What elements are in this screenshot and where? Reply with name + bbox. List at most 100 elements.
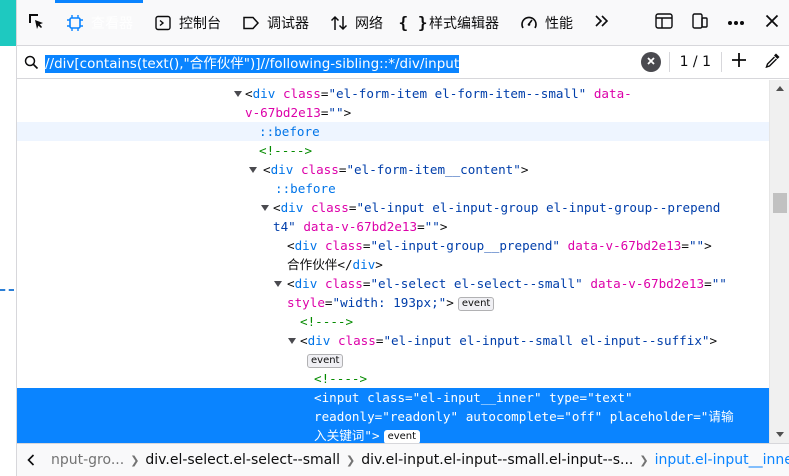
scrollbar-thumb[interactable] [773,193,787,213]
markup-node[interactable]: 合作伙伴</div> [17,255,769,274]
markup-node[interactable]: <div class="el-form-item__content"> [17,160,769,179]
markup-token: div [307,333,331,348]
markup-node[interactable]: <!----> [17,141,769,160]
markup-node[interactable]: <!----> [17,369,769,388]
markup-token: > [439,219,448,234]
breadcrumb-scroll-left-button[interactable] [17,454,45,466]
markup-node[interactable]: v-67bd2e13=""> [17,103,769,122]
markup-token: < [287,276,295,291]
markup-node[interactable]: <div class="el-select el-select--small" … [17,274,769,293]
responsive-design-icon [691,12,709,34]
markup-token [586,86,594,101]
markup-token: = [417,219,425,234]
markup-node-text: t4" data-v-67bd2e13=""> [273,217,447,236]
tab-style-editor[interactable]: { } 样式编辑器 [393,0,509,45]
markup-token: data- [593,86,632,101]
markup-node-selected[interactable]: <input class="el-input__inner" type="tex… [17,388,769,407]
markup-token: = [579,390,588,405]
markup-token: type [549,390,580,405]
markup-token: class [324,238,363,253]
markup-tree[interactable]: <div class="el-form-item el-form-item--s… [17,80,769,443]
markup-token: "el-form-item__content" [346,162,521,177]
clear-search-button[interactable] [640,52,661,72]
breadcrumb-item[interactable]: div.el-select.el-select--small [139,452,346,468]
search-query-text: //div[contains(text(),"合作伙伴")]//followin… [45,55,460,73]
markup-token: "off" [564,409,603,424]
tab-inspector[interactable]: 查看器 [55,0,143,45]
breadcrumb-item-selected[interactable]: input.el-input__inner [649,452,789,468]
markup-node[interactable]: t4" data-v-67bd2e13=""> [17,217,769,236]
markup-token [303,200,311,215]
element-picker-button[interactable] [17,0,55,45]
expand-twisty-icon[interactable] [287,331,297,350]
markup-token: style [287,295,325,310]
add-node-button[interactable] [722,53,756,71]
expand-twisty-icon[interactable] [248,160,258,179]
markup-node[interactable]: <div class="el-input el-input--small el-… [17,331,769,350]
element-picker-icon [27,12,45,34]
options-menu-button[interactable] [718,0,754,45]
scroll-down-arrow-icon[interactable] [770,426,789,443]
markup-node[interactable]: ::before [17,122,769,141]
markup-node[interactable]: <div class = "el-input-group__prepend" dat… [17,236,769,255]
markup-node-selected[interactable]: readonly="readonly" autocomplete="off" p… [17,407,769,426]
sidebar-layout-icon [655,12,673,33]
markup-token: = [405,390,413,405]
breadcrumb-item[interactable]: nput-gro... [45,452,130,468]
responsive-design-button[interactable] [682,0,718,45]
eyedropper-button[interactable] [756,52,789,72]
markup-node[interactable]: <!----> [17,312,769,331]
markup-node[interactable]: ::before [17,179,769,198]
markup-token: > [446,295,454,310]
event-badge[interactable]: event [383,430,421,443]
markup-token [293,162,301,177]
search-result-count: 1 / 1 [668,52,722,72]
markup-token: "" [711,276,727,291]
markup-node-text: <!----> [314,369,367,388]
markup-token: "el-input el-input--small el-input--suff… [383,333,710,348]
markup-token: class [300,162,339,177]
close-devtools-button[interactable] [754,0,789,45]
markup-token: data-v-67bd2e13 [590,276,705,291]
more-tools-button[interactable] [583,0,621,45]
page-header-strip [0,0,16,46]
markup-token: < [300,333,308,348]
markup-node-text: 合作伙伴</div> [287,255,383,274]
tab-console[interactable]: 控制台 [143,0,231,45]
expand-twisty-icon[interactable] [273,274,283,293]
tab-network[interactable]: 网络 [319,0,393,45]
markup-token: class [310,200,349,215]
markup-token: v-67bd2e13 [245,105,321,120]
markup-node[interactable]: <div class="el-input el-input-group el-i… [17,198,769,217]
markup-token: "el-select el-select--small" [370,276,583,291]
markup-token: "el-input el-input-group el-input-group-… [356,200,721,215]
markup-search-bar: //div[contains(text(),"合作伙伴")]//followin… [17,46,789,79]
breadcrumb-item[interactable]: div.el-input.el-input--small.el-input--s… [355,452,639,468]
markup-token: div [294,276,318,291]
tab-debugger[interactable]: 调试器 [231,0,319,45]
search-input[interactable]: //div[contains(text(),"合作伙伴")]//followin… [45,52,460,73]
expand-twisty-icon[interactable] [260,198,270,217]
event-badge[interactable]: event [307,354,344,368]
expand-twisty-icon[interactable] [233,84,243,103]
markup-scrollbar[interactable] [769,80,789,443]
style-editor-icon: { } [398,13,428,32]
markup-node-text: readonly="readonly" autocomplete="off" p… [314,407,734,426]
markup-token: class [324,276,363,291]
markup-node-text: ::before [259,122,320,141]
markup-token [542,390,550,405]
markup-token: "width: 193px;" [332,295,447,310]
markup-node[interactable]: event [17,350,769,369]
markup-token: = [704,276,712,291]
toggle-sidebar-button[interactable] [646,0,682,45]
markup-node-selected[interactable]: 入关键词"> event [17,426,769,443]
markup-node[interactable]: <div class="el-form-item el-form-item--s… [17,84,769,103]
double-chevron-right-icon [594,14,610,32]
markup-token: > [371,428,380,443]
inspector-icon [65,13,85,33]
scroll-up-arrow-icon[interactable] [770,80,789,97]
markup-node[interactable]: style="width: 193px;"> event [17,293,769,312]
markup-token: "el-input-group__prepend" [370,238,561,253]
event-badge[interactable]: event [457,297,495,311]
tab-performance[interactable]: 性能 [509,0,583,45]
